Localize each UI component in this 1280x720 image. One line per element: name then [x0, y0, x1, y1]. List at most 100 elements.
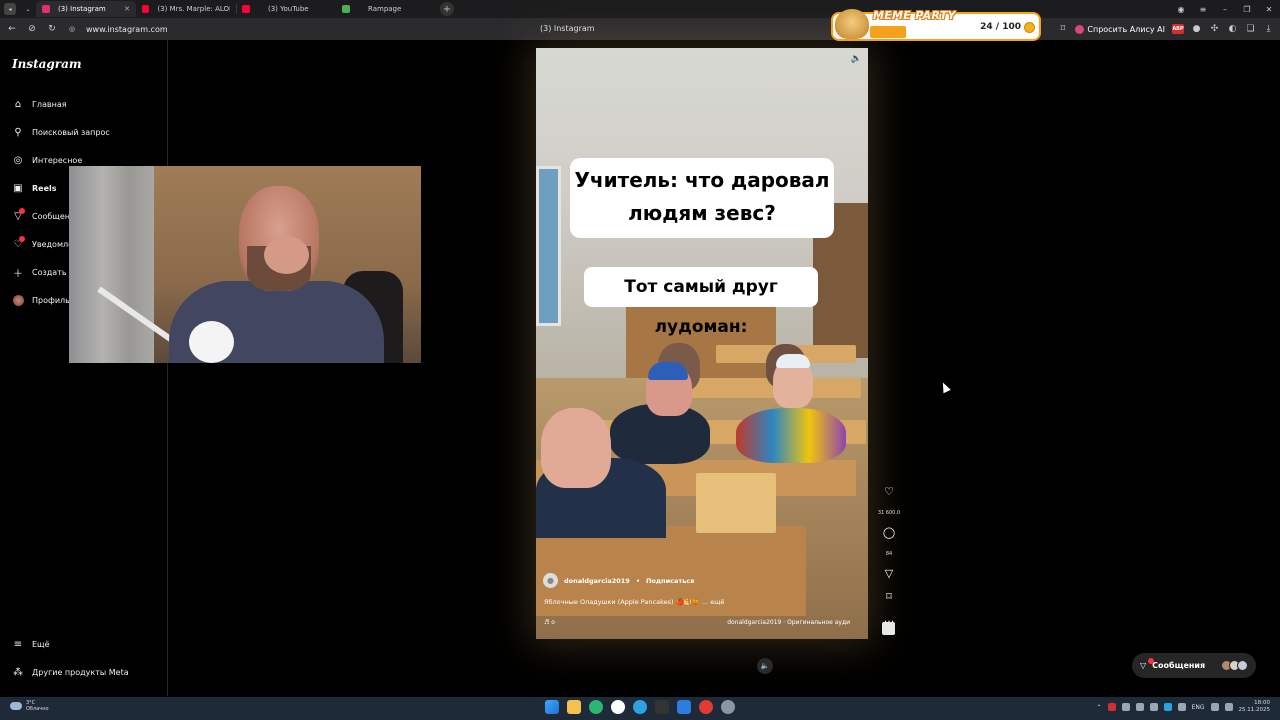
download-icon[interactable]: ◐ — [1227, 24, 1238, 35]
tab-label: Rampage — [368, 5, 402, 13]
meta-grid-icon: ⁂ — [13, 666, 23, 678]
student-body — [736, 408, 846, 463]
compass-icon: ◎ — [13, 154, 23, 166]
reel-actions: ♡ 31 600,0 ◯ 84 ▽ ⌑ ··· — [877, 480, 901, 632]
comment-icon: ◯ — [882, 526, 896, 539]
sidebar-item-label: Другие продукты Meta — [32, 667, 129, 677]
date: 25.11.2025 — [1238, 707, 1271, 713]
tray-icon[interactable] — [1177, 703, 1186, 711]
speaker-icon[interactable]: 🔈 — [851, 54, 862, 64]
instagram-logo[interactable]: Instagram — [12, 57, 82, 71]
reel-video[interactable]: Учитель: что даровал людям зевс? Тот сам… — [536, 48, 868, 639]
yandex-browser-icon[interactable] — [611, 700, 625, 714]
chevron-up-icon[interactable]: ⌃ — [1097, 704, 1102, 711]
sidebar-item-label: Профиль — [32, 295, 70, 305]
tab-label: (3) YouTube — [268, 5, 309, 13]
lock-icon[interactable]: ◎ — [64, 21, 80, 37]
collections-icon[interactable]: ❏ — [1245, 24, 1256, 35]
adblock-icon[interactable]: ABP — [1172, 24, 1184, 34]
profile-icon[interactable]: ◉ — [1170, 5, 1192, 14]
tray-icon[interactable] — [1149, 703, 1158, 711]
weather-condition: Облачно — [26, 706, 49, 712]
volume-icon[interactable] — [1224, 703, 1233, 711]
follow-button[interactable]: Подписаться — [646, 577, 694, 585]
extension-icon[interactable]: ● — [1191, 24, 1202, 35]
page-title: (3) Instagram — [540, 24, 595, 33]
chevron-down-icon[interactable]: ⌄ — [20, 1, 36, 17]
tab-youtube[interactable]: (3) YouTube — [236, 1, 336, 17]
classroom-map — [536, 166, 561, 326]
alice-button[interactable]: Спросить Алису AI — [1075, 24, 1165, 34]
network-icon[interactable] — [1210, 703, 1219, 711]
author-avatar[interactable]: ● — [543, 573, 558, 588]
audio-cover[interactable] — [882, 622, 895, 635]
author-name[interactable]: donaldgarcia2019 — [564, 577, 630, 585]
audio-track[interactable]: donaldgarcia2019 · Оригинальное ауди — [727, 619, 850, 626]
audio-left[interactable]: ♬ o — [544, 619, 555, 626]
new-tab-button[interactable]: + — [440, 2, 454, 16]
sidebar-item-search[interactable]: ⚲ Поисковый запрос — [0, 121, 168, 143]
sidebar-item-more[interactable]: ≡ Ещё — [0, 633, 168, 655]
coin-icon — [1024, 22, 1035, 33]
toolbar-right: ⌑ Спросить Алису AI ABP ● ✣ ◐ ❏ ⤓ — [1057, 20, 1280, 38]
send-icon: ▽ — [884, 567, 894, 580]
close-window-icon[interactable]: ✕ — [1258, 5, 1280, 14]
downloads-icon[interactable]: ⤓ — [1263, 24, 1274, 35]
address-bar: ← ⊘ ↻ ◎ www.instagram.com (3) Instagram … — [0, 18, 1280, 40]
messages-label: Сообщения — [1152, 661, 1206, 670]
plus-icon: ＋ — [13, 268, 23, 280]
comment-count: 84 — [885, 551, 893, 557]
reload-icon[interactable]: ↻ — [44, 21, 60, 37]
like-button[interactable]: ♡ 31 600,0 — [877, 480, 901, 518]
youtube-favicon-icon — [242, 5, 250, 13]
menu-icon[interactable]: ≡ — [1192, 5, 1214, 14]
tab-label: (3) Instagram — [58, 5, 106, 13]
browser-menu-icon[interactable]: ◂ — [4, 3, 16, 15]
close-tab-icon[interactable]: ✕ — [124, 5, 130, 13]
file-explorer-icon[interactable] — [567, 700, 581, 714]
comment-button[interactable]: ◯ 84 — [877, 521, 901, 559]
red-app-icon[interactable] — [699, 700, 713, 714]
restore-icon[interactable]: ❐ — [1236, 5, 1258, 14]
share-button[interactable]: ▽ — [877, 562, 901, 581]
system-tray: ⌃ ENG 18:00 25.11.2025 — [1097, 700, 1270, 714]
avatar — [12, 294, 24, 306]
window-controls: ◉ ≡ – ❐ ✕ — [1170, 0, 1280, 18]
back-icon[interactable]: ← — [4, 21, 20, 37]
sidebar-item-label: Reels — [32, 183, 57, 193]
meme-party-widget[interactable]: MEME PARTY 24 / 100 — [831, 8, 1041, 41]
tab-label: (3) Mrs. Marple: ALOHAD — [157, 5, 230, 13]
app-icon[interactable] — [655, 700, 669, 714]
tray-icon[interactable] — [1107, 703, 1116, 711]
chair — [696, 473, 776, 533]
puzzle-icon[interactable]: ✣ — [1209, 24, 1220, 35]
sidebar-item-meta[interactable]: ⁂ Другие продукты Meta — [0, 661, 168, 683]
reel-description[interactable]: Яблочные Оладушки (Apple Pancakes) 🍎🥞🍯 .… — [544, 598, 724, 606]
hamburger-icon: ≡ — [13, 638, 23, 650]
bookmark-icon[interactable]: ⌑ — [1057, 24, 1068, 35]
save-button[interactable]: ⌑ — [877, 585, 901, 604]
weather-widget[interactable]: 3°C Облачно — [10, 700, 49, 712]
edge-icon[interactable] — [589, 700, 603, 714]
language-indicator[interactable]: ENG — [1192, 704, 1205, 711]
minimize-icon[interactable]: – — [1214, 5, 1236, 14]
tab-rampage[interactable]: Rampage — [336, 1, 436, 17]
mute-button[interactable]: 🔈 — [757, 658, 773, 674]
telegram-tray-icon[interactable] — [1163, 703, 1172, 711]
clock[interactable]: 18:00 25.11.2025 — [1239, 700, 1271, 714]
tab-separator — [236, 4, 237, 14]
sidebar-item-label: Создать — [32, 267, 67, 277]
tab-instagram[interactable]: (3) Instagram ✕ — [36, 1, 136, 17]
url-field[interactable]: www.instagram.com — [86, 25, 168, 34]
tab-mrs-marple[interactable]: (3) Mrs. Marple: ALOHAD — [136, 1, 236, 17]
messages-button[interactable]: ▽ Сообщения — [1132, 653, 1256, 678]
vscode-icon[interactable] — [677, 700, 691, 714]
windows-start-icon[interactable] — [545, 700, 559, 714]
sidebar-item-home[interactable]: ⌂ Главная — [0, 93, 168, 115]
tray-icon[interactable] — [1121, 703, 1130, 711]
telegram-icon[interactable] — [633, 700, 647, 714]
shield-icon[interactable]: ⊘ — [24, 21, 40, 37]
instagram-sidebar: Instagram ⌂ Главная ⚲ Поисковый запрос ◎… — [0, 40, 168, 696]
tray-icon[interactable] — [1135, 703, 1144, 711]
settings-icon[interactable] — [721, 700, 735, 714]
